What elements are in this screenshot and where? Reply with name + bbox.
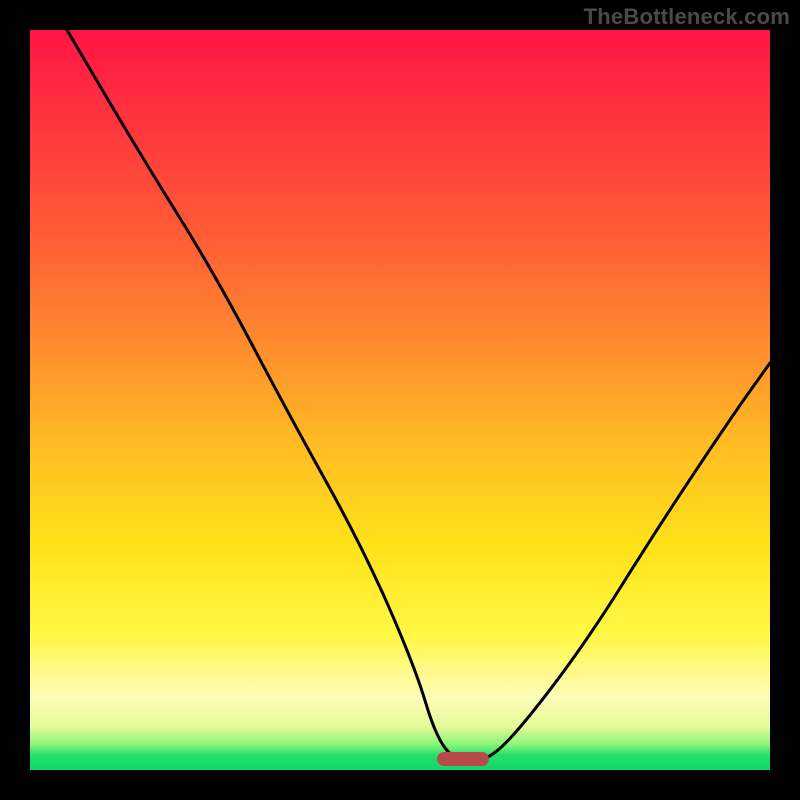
plot-area: [30, 30, 770, 770]
attribution-text: TheBottleneck.com: [584, 4, 790, 30]
curve-svg: [30, 30, 770, 770]
bottleneck-curve-path: [67, 30, 770, 763]
optimum-marker: [437, 752, 489, 766]
chart-frame: TheBottleneck.com: [0, 0, 800, 800]
